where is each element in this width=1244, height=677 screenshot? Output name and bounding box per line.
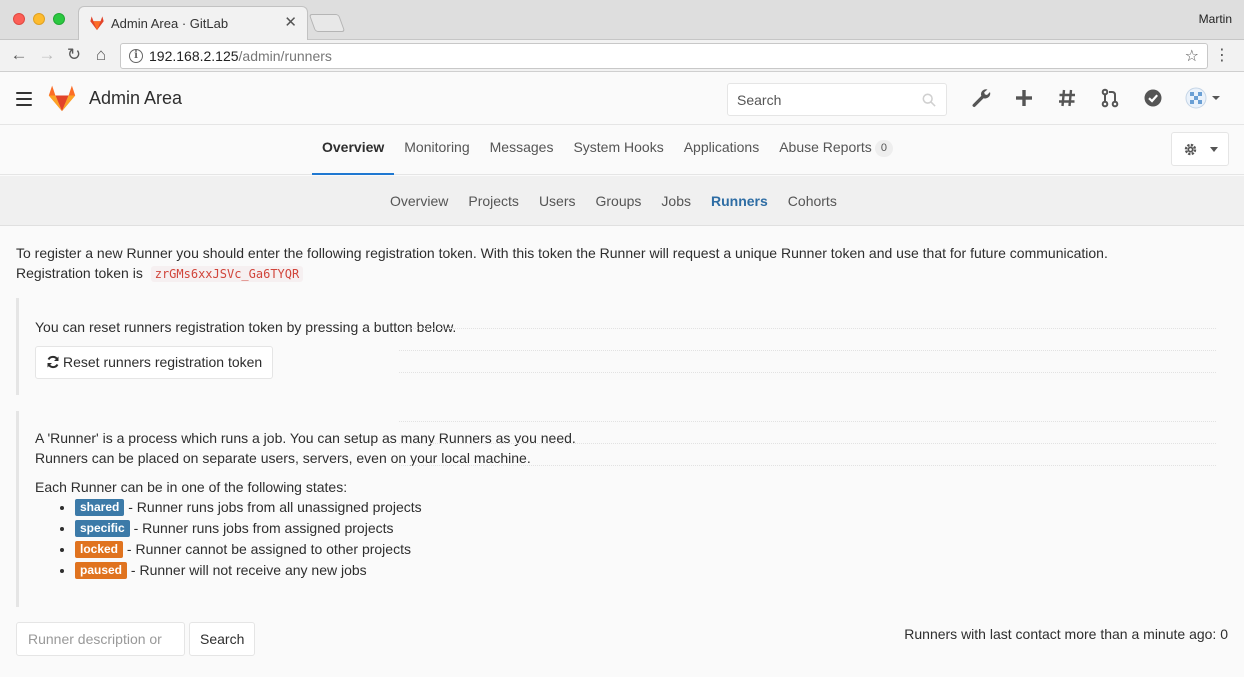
todo-check-icon[interactable] (1142, 87, 1164, 109)
registration-token: zrGMs6xxJSVc_Ga6TYQR (150, 266, 304, 282)
tab-system-hooks[interactable]: System Hooks (563, 125, 673, 175)
subtab-groups[interactable]: Groups (586, 176, 652, 226)
hamburger-menu-icon[interactable] (16, 92, 32, 106)
states-heading: Each Runner can be in one of the followi… (35, 479, 348, 495)
abuse-count-badge: 0 (874, 140, 893, 157)
state-item-paused: paused - Runner will not receive any new… (75, 560, 1216, 581)
gear-icon (1184, 143, 1197, 156)
chevron-down-icon (1210, 147, 1218, 152)
settings-dropdown-button[interactable] (1171, 132, 1229, 166)
intro-text: To register a new Runner you should ente… (16, 245, 1108, 261)
runner-info-block: A 'Runner' is a process which runs a job… (16, 411, 1216, 607)
subtab-overview[interactable]: Overview (380, 176, 458, 226)
state-item-specific: specific - Runner runs jobs from assigne… (75, 518, 1216, 539)
profile-name[interactable]: Martin (1199, 12, 1232, 26)
subtab-projects[interactable]: Projects (458, 176, 529, 226)
reset-button-label: Reset runners registration token (63, 354, 263, 370)
runners-content: To register a new Runner you should ente… (16, 243, 1228, 656)
url-text[interactable]: 192.168.2.125/admin/runners (149, 48, 332, 64)
plus-icon[interactable] (1013, 87, 1035, 109)
registration-intro: To register a new Runner you should ente… (16, 243, 1228, 284)
search-button[interactable]: Search (189, 622, 256, 656)
tab-monitoring[interactable]: Monitoring (394, 125, 479, 175)
reset-hint: You can reset runners registration token… (35, 319, 457, 335)
gitlab-header: Admin Area (0, 73, 1244, 125)
global-search[interactable] (727, 83, 947, 116)
page-title: Admin Area (89, 88, 183, 108)
state-item-locked: locked - Runner cannot be assigned to ot… (75, 539, 1216, 560)
tab-close-icon[interactable]: ✕ (284, 13, 297, 31)
subtab-jobs[interactable]: Jobs (651, 176, 701, 226)
home-icon[interactable]: ⌂ (90, 44, 112, 66)
paused-badge: paused (75, 562, 128, 579)
tab-messages[interactable]: Messages (480, 125, 564, 175)
refresh-icon (47, 355, 59, 369)
shared-badge: shared (75, 499, 125, 516)
gitlab-favicon-icon (90, 16, 104, 31)
browser-tabstrip: Admin Area · GitLab ✕ Martin (0, 0, 1244, 41)
browser-menu-icon[interactable]: ⋮ (1214, 45, 1230, 65)
subtab-cohorts[interactable]: Cohorts (778, 176, 847, 226)
search-icon (922, 93, 936, 107)
window-close-button[interactable] (13, 13, 25, 25)
subtab-users[interactable]: Users (529, 176, 586, 226)
gitlab-logo-icon[interactable] (47, 84, 77, 112)
runner-desc-line-1: A 'Runner' is a process which runs a job… (35, 430, 576, 446)
runner-filter-input[interactable] (16, 622, 185, 656)
tab-overview[interactable]: Overview (312, 125, 395, 175)
admin-top-nav: Overview Monitoring Messages System Hook… (0, 125, 1244, 175)
window-zoom-button[interactable] (53, 13, 65, 25)
wrench-icon[interactable] (970, 87, 992, 109)
tab-title: Admin Area · GitLab (111, 16, 229, 31)
runner-states-list: shared - Runner runs jobs from all unass… (75, 497, 1216, 581)
tab-applications[interactable]: Applications (674, 125, 770, 175)
admin-sub-nav: Overview Projects Users Groups Jobs Runn… (0, 176, 1244, 226)
forward-arrow-icon[interactable]: → (36, 44, 58, 66)
bookmark-star-icon[interactable]: ☆ (1185, 46, 1199, 66)
merge-request-icon[interactable] (1099, 87, 1121, 109)
user-avatar-dropdown[interactable] (1185, 87, 1225, 109)
reset-token-button[interactable]: Reset runners registration token (35, 346, 274, 379)
last-contact-summary: Runners with last contact more than a mi… (904, 626, 1228, 642)
back-arrow-icon[interactable]: ← (8, 44, 30, 66)
site-info-icon[interactable]: i (129, 49, 143, 63)
hashtag-icon[interactable] (1056, 87, 1078, 109)
state-item-shared: shared - Runner runs jobs from all unass… (75, 497, 1216, 518)
locked-badge: locked (75, 541, 124, 558)
address-bar[interactable]: i 192.168.2.125/admin/runners ☆ (120, 43, 1208, 69)
search-input[interactable] (728, 84, 908, 115)
browser-toolbar: ← → ↻ ⌂ i 192.168.2.125/admin/runners ☆ … (0, 40, 1244, 72)
reset-token-block: You can reset runners registration token… (16, 298, 1216, 395)
registration-token-line: Registration token is zrGMs6xxJSVc_Ga6TY… (16, 263, 1228, 284)
new-tab-button[interactable] (308, 14, 346, 32)
token-label: Registration token is (16, 265, 143, 281)
browser-tab[interactable]: Admin Area · GitLab ✕ (78, 6, 308, 41)
reload-icon[interactable]: ↻ (63, 44, 85, 66)
tab-abuse-reports[interactable]: Abuse Reports 0 (769, 125, 903, 175)
window-minimize-button[interactable] (33, 13, 45, 25)
specific-badge: specific (75, 520, 130, 537)
subtab-runners[interactable]: Runners (701, 176, 778, 226)
